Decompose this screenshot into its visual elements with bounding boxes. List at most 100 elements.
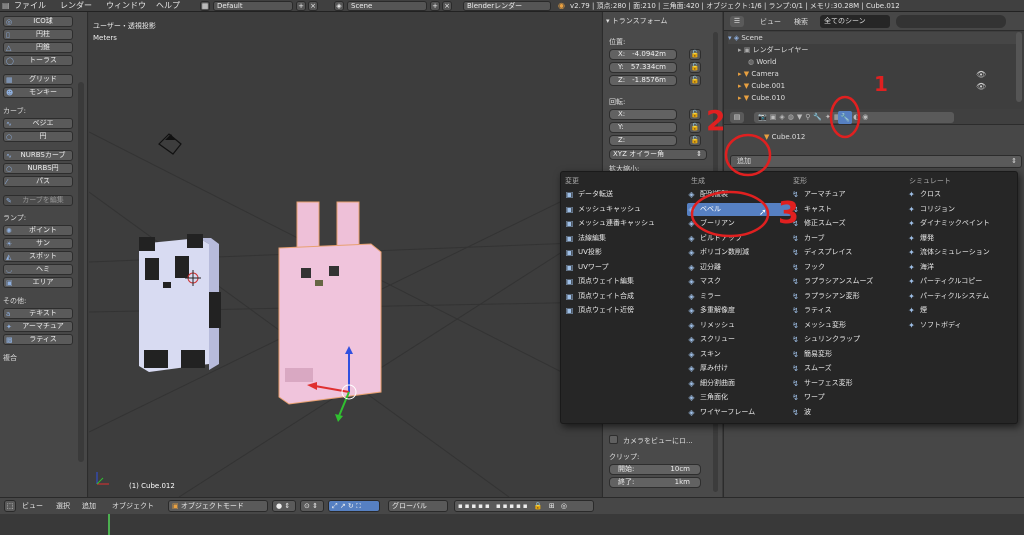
modifier-item[interactable]: ✦ 爆発 [907,232,1011,245]
outliner-search-menu[interactable]: 検索 [794,17,808,27]
add-cone-button[interactable]: △ 円錐 [3,42,73,53]
add-armature-button[interactable]: ✦ アーマチュア [3,321,73,332]
close-layout-icon[interactable]: × [308,1,318,11]
modifier-item[interactable]: ◈ ワイヤーフレーム [687,406,791,419]
outliner-search-input[interactable] [896,15,1006,28]
modifier-item[interactable]: ◈ ベベル [687,202,791,216]
3d-viewport[interactable]: ユーザー・透視投影 Meters (1) Cube.012 [89,12,601,497]
scene-icon[interactable]: ◈ [334,1,344,11]
add-lattice-button[interactable]: ▩ ラティス [3,334,73,345]
edit-curve-button[interactable]: ✎ カーブを編集 [3,195,73,206]
modifier-item[interactable]: ◈ リメッシュ [687,319,791,332]
modifier-item[interactable]: ◈ 細分割曲面 [687,377,791,390]
add-text-button[interactable]: a テキスト [3,308,73,319]
modifier-item[interactable]: ▣ UVワープ [565,261,669,274]
menu-file[interactable]: ファイル [14,0,46,12]
rabbit-object[interactable] [278,201,382,405]
modifiers-tab-wrench-icon[interactable]: 🔧 [838,111,852,124]
rotation-x-field[interactable]: X: [609,109,677,120]
shading-select[interactable]: ● ⇕ [272,500,296,512]
outliner-scrollbar[interactable] [1016,32,1022,102]
add-nurbs-curve-button[interactable]: ∿ NURBSカーブ [3,150,73,161]
modifier-item[interactable]: ▣ UV投影 [565,246,669,259]
rotation-z-field[interactable]: Z: [609,135,677,146]
mode-select[interactable]: ▣ オブジェクトモード [168,500,268,512]
modifier-item[interactable]: ↯ ワープ [791,391,895,404]
add-modifier-select[interactable]: 追加 ⇕ [730,155,1022,168]
outliner-filter-select[interactable]: 全てのシーン [820,15,890,28]
location-z-field[interactable]: Z: -1.8576m [609,75,677,86]
modifier-item[interactable]: ◈ ビルドアップ [687,232,791,245]
screen-layout-select[interactable]: Default [213,1,293,11]
lock-location-y-icon[interactable]: 🔓 [689,62,701,73]
add-area-lamp-button[interactable]: ▣ エリア [3,277,73,288]
lock-location-x-icon[interactable]: 🔓 [689,49,701,60]
modifier-item[interactable]: ✦ 煙 [907,304,1011,317]
lock-camera-checkbox[interactable] [609,435,618,444]
modifier-item[interactable]: ◈ 配列複製 [687,188,791,201]
modifier-item[interactable]: ◈ マスク [687,275,791,288]
modifier-item[interactable]: ↯ ラプラシアンスムーズ [791,275,895,288]
editor-type-icon[interactable]: ▤ [2,0,10,12]
add-grid-button[interactable]: ▦ グリッド [3,74,73,85]
modifier-item[interactable]: ✦ 流体シミュレーション [907,246,1011,259]
menu-add[interactable]: 追加 [82,501,96,511]
modifier-item[interactable]: ▣ 頂点ウェイト近傍 [565,304,669,317]
transform-panel-title[interactable]: ▾ トランスフォーム [606,16,667,26]
modifier-item[interactable]: ↯ 波 [791,406,895,419]
add-icosphere-button[interactable]: ◎ ICO球 [3,16,73,27]
menu-window[interactable]: ウィンドウ [106,0,146,12]
modifier-item[interactable]: ▣ メッシュキャッシュ [565,203,669,216]
modifier-item[interactable]: ◈ スクリュー [687,333,791,346]
panda-object[interactable] [139,234,221,372]
visibility-eye-icon[interactable]: 👁 [976,82,986,91]
current-frame-marker[interactable] [108,514,110,535]
modifier-item[interactable]: ↯ ラティス [791,304,895,317]
add-spot-lamp-button[interactable]: ◭ スポット [3,251,73,262]
modifier-item[interactable]: ↯ メッシュ変形 [791,319,895,332]
location-y-field[interactable]: Y: 57.334cm [609,62,677,73]
modifier-item[interactable]: ↯ サーフェス変形 [791,377,895,390]
toolshelf-scrollbar[interactable] [78,82,84,462]
add-point-lamp-button[interactable]: ✺ ポイント [3,225,73,236]
modifier-item[interactable]: ✦ クロス [907,188,1011,201]
lock-rotation-y-icon[interactable]: 🔓 [689,122,701,133]
lock-location-z-icon[interactable]: 🔓 [689,75,701,86]
add-hemi-lamp-button[interactable]: ◡ ヘミ [3,264,73,275]
add-path-button[interactable]: ⁄ パス [3,176,73,187]
modifier-item[interactable]: ◈ 三角面化 [687,391,791,404]
add-circle-curve-button[interactable]: ○ 円 [3,131,73,142]
rotation-mode-select[interactable]: XYZ オイラー角 ⇕ [609,149,707,160]
outliner-view-menu[interactable]: ビュー [760,17,781,27]
modifier-item[interactable]: ↯ キャスト [791,203,895,216]
modifier-item[interactable]: ✦ パーティクルシステム [907,290,1011,303]
properties-tabs[interactable]: 📷▣◈◍▼⚲🔧✦▦▩◐◉ [754,112,954,123]
lock-rotation-x-icon[interactable]: 🔓 [689,109,701,120]
scene-select[interactable]: Scene [347,1,427,11]
add-monkey-button[interactable]: ☻ モンキー [3,87,73,98]
menu-object[interactable]: オブジェクト [112,501,154,511]
modifier-item[interactable]: ↯ ディスプレイス [791,246,895,259]
modifier-item[interactable]: ◈ スキン [687,348,791,361]
outliner-editor-icon[interactable]: ☰ [730,16,744,27]
menu-view[interactable]: ビュー [22,501,43,511]
modifier-item[interactable]: ↯ カーブ [791,232,895,245]
lock-rotation-z-icon[interactable]: 🔓 [689,135,701,146]
menu-select[interactable]: 選択 [56,501,70,511]
modifier-item[interactable]: ✦ パーティクルコピー [907,275,1011,288]
modifier-item[interactable]: ↯ スムーズ [791,362,895,375]
modifier-item[interactable]: ▣ データ転送 [565,188,669,201]
modifier-item[interactable]: ✦ コリジョン [907,203,1011,216]
modifier-item[interactable]: ◈ 厚み付け [687,362,791,375]
close-scene-icon[interactable]: × [442,1,452,11]
visibility-eye-icon[interactable]: 👁 [976,70,986,79]
modifier-item[interactable]: ▣ 頂点ウェイト編集 [565,275,669,288]
pivot-select[interactable]: ⊙ ⇕ [300,500,324,512]
timeline[interactable] [0,514,1024,535]
menu-help[interactable]: ヘルプ [156,0,180,12]
modifier-item[interactable]: ◈ ブーリアン [687,217,791,230]
modifier-item[interactable]: ◈ ミラー [687,290,791,303]
layer-buttons[interactable]: ▪▪▪▪▪ ▪▪▪▪▪ 🔒 ⊞ ◎ [454,500,594,512]
modifier-item[interactable]: ↯ ラプラシアン変形 [791,290,895,303]
modifier-item[interactable]: ↯ 修正スムーズ [791,217,895,230]
